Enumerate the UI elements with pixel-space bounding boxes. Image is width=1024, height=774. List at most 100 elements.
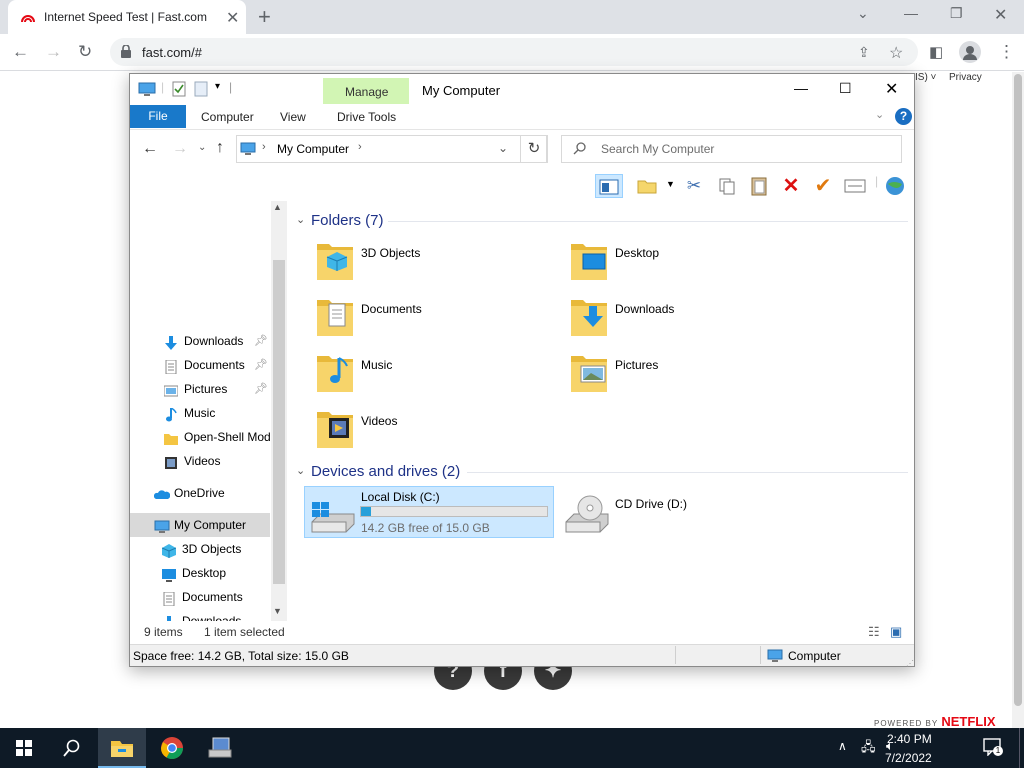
- search-taskbar-icon[interactable]: [48, 728, 96, 768]
- folder-item-desktop[interactable]: Desktop: [569, 238, 809, 286]
- folder-label: Videos: [361, 414, 398, 428]
- rename-check-icon[interactable]: ✔: [809, 174, 837, 198]
- computer-icon[interactable]: [138, 82, 156, 97]
- browser-tab[interactable]: Internet Speed Test | Fast.com ✕: [8, 0, 246, 34]
- show-hidden-icons-icon[interactable]: ∧: [838, 739, 847, 753]
- address-dropdown-icon[interactable]: ⌄: [498, 141, 508, 155]
- copy-icon[interactable]: [713, 174, 741, 198]
- close-window-icon[interactable]: ✕: [994, 5, 1007, 25]
- new-tab-button[interactable]: +: [258, 4, 271, 30]
- back-icon[interactable]: ←: [142, 140, 158, 158]
- powered-by-netflix[interactable]: POWERED BY NETFLIX: [874, 714, 996, 729]
- breadcrumb-chevron-icon[interactable]: ›: [262, 141, 266, 153]
- drive-c-icon: [311, 502, 355, 533]
- large-icons-view-icon[interactable]: ▣: [890, 624, 902, 640]
- forward-icon[interactable]: →: [172, 140, 188, 158]
- address-bar[interactable]: [110, 38, 918, 66]
- sidebar-item-videos[interactable]: Videos: [130, 449, 270, 473]
- privacy-link[interactable]: Privacy: [949, 72, 982, 83]
- sidebar-item-desktop[interactable]: Desktop: [130, 561, 270, 585]
- sidebar-item-documents[interactable]: Documents 📌︎: [130, 353, 270, 377]
- globe-icon[interactable]: [881, 174, 909, 198]
- folders-group-header[interactable]: Folders (7): [311, 212, 384, 229]
- sidebar-item-label: Pictures: [184, 382, 228, 396]
- restore-icon[interactable]: ❐: [950, 5, 963, 22]
- scroll-down-icon[interactable]: ▼: [273, 606, 282, 616]
- folder-item-music[interactable]: Music: [315, 350, 555, 398]
- sidebar-item-my-computer[interactable]: My Computer: [130, 513, 270, 537]
- paste-icon[interactable]: [745, 174, 773, 198]
- folder-item-3d-objects[interactable]: 3D Objects: [315, 238, 555, 286]
- minimize-icon[interactable]: —: [794, 80, 808, 96]
- file-explorer-taskbar-icon[interactable]: [98, 728, 146, 768]
- sidebar-item-downloads[interactable]: Downloads: [130, 609, 270, 621]
- clock-date[interactable]: 7/2/2022: [885, 751, 932, 765]
- tab-file[interactable]: File: [130, 105, 186, 128]
- up-icon[interactable]: ↑: [216, 139, 224, 157]
- back-icon[interactable]: ←: [12, 42, 29, 62]
- clock-time[interactable]: 2:40 PM: [887, 732, 932, 746]
- start-button[interactable]: [0, 728, 48, 768]
- select-all-icon[interactable]: [841, 174, 869, 198]
- new-folder-icon[interactable]: [194, 81, 208, 97]
- cut-icon[interactable]: ✂: [680, 174, 708, 198]
- sidebar-item-documents[interactable]: Documents: [130, 585, 270, 609]
- sidebar-item-label: OneDrive: [174, 486, 225, 500]
- language-selector[interactable]: IS) ˅: [915, 72, 936, 83]
- devices-group-header[interactable]: Devices and drives (2): [311, 463, 460, 480]
- 3d-objects-icon: [161, 542, 177, 558]
- bookmark-star-icon[interactable]: ☆: [889, 43, 903, 63]
- delete-icon[interactable]: ✕: [777, 174, 805, 198]
- folder-item-downloads[interactable]: Downloads: [569, 294, 809, 342]
- close-icon[interactable]: ✕: [885, 79, 898, 99]
- sidebar-item-onedrive[interactable]: OneDrive: [130, 481, 270, 505]
- preview-pane-icon[interactable]: [595, 174, 623, 198]
- folder-item-videos[interactable]: Videos: [315, 406, 555, 454]
- sidebar-item-music[interactable]: Music: [130, 401, 270, 425]
- chrome-taskbar-icon[interactable]: [148, 728, 196, 768]
- details-view-icon[interactable]: ☷: [868, 624, 880, 640]
- sidebar-item-label: Videos: [184, 454, 221, 468]
- recent-locations-icon[interactable]: ⌄: [198, 142, 206, 153]
- folder-label: Music: [361, 358, 393, 372]
- folder-item-pictures[interactable]: Pictures: [569, 350, 809, 398]
- page-scrollbar-thumb[interactable]: [1014, 74, 1022, 706]
- properties-icon[interactable]: [172, 81, 186, 97]
- collapse-group-icon[interactable]: ⌄: [296, 213, 305, 226]
- expand-ribbon-icon[interactable]: ⌄: [875, 108, 884, 121]
- notification-center-icon[interactable]: 1: [983, 738, 1003, 757]
- menu-dots-icon[interactable]: ⋮: [998, 42, 1015, 62]
- network-status-icon[interactable]: 🖧: [861, 738, 876, 760]
- resize-grip-icon[interactable]: ⋰: [906, 659, 914, 668]
- tab-search-icon[interactable]: ⌄: [857, 5, 869, 22]
- network-app-taskbar-icon[interactable]: [196, 728, 244, 768]
- sidebar-item-open-shell-mod[interactable]: Open-Shell Mod: [130, 425, 271, 449]
- show-desktop-button[interactable]: [1019, 728, 1020, 768]
- tab-view[interactable]: View: [280, 110, 306, 124]
- folder-options-dropdown-icon[interactable]: ▼: [666, 179, 675, 189]
- sidebar-item-pictures[interactable]: Pictures 📌︎: [130, 377, 270, 401]
- nav-scrollbar-thumb[interactable]: [273, 260, 285, 584]
- help-icon[interactable]: ?: [895, 108, 912, 125]
- forward-icon[interactable]: →: [45, 42, 62, 62]
- folder-item-documents[interactable]: Documents: [315, 294, 555, 342]
- side-panel-icon[interactable]: ◧: [929, 43, 943, 61]
- tab-drive-tools[interactable]: Drive Tools: [337, 110, 396, 124]
- share-icon[interactable]: ⇪: [858, 44, 870, 61]
- collapse-group-icon[interactable]: ⌄: [296, 464, 305, 477]
- qat-dropdown-icon[interactable]: ▾: [215, 81, 220, 92]
- sidebar-item-downloads[interactable]: Downloads 📌︎: [130, 329, 270, 353]
- close-tab-icon[interactable]: ✕: [226, 8, 239, 28]
- profile-avatar[interactable]: [959, 41, 981, 63]
- tab-computer[interactable]: Computer: [201, 110, 254, 124]
- download-icon: [164, 334, 178, 350]
- maximize-icon[interactable]: ☐: [839, 80, 852, 97]
- breadcrumb-location[interactable]: My Computer: [277, 142, 349, 156]
- refresh-button[interactable]: ↻: [520, 135, 548, 163]
- folder-options-icon[interactable]: [633, 174, 661, 198]
- sidebar-item-3d-objects[interactable]: 3D Objects: [130, 537, 270, 561]
- minimize-icon[interactable]: —: [904, 5, 918, 21]
- scroll-up-icon[interactable]: ▲: [273, 202, 282, 212]
- reload-icon[interactable]: ↻: [78, 42, 92, 62]
- breadcrumb-chevron-icon[interactable]: ›: [358, 141, 362, 153]
